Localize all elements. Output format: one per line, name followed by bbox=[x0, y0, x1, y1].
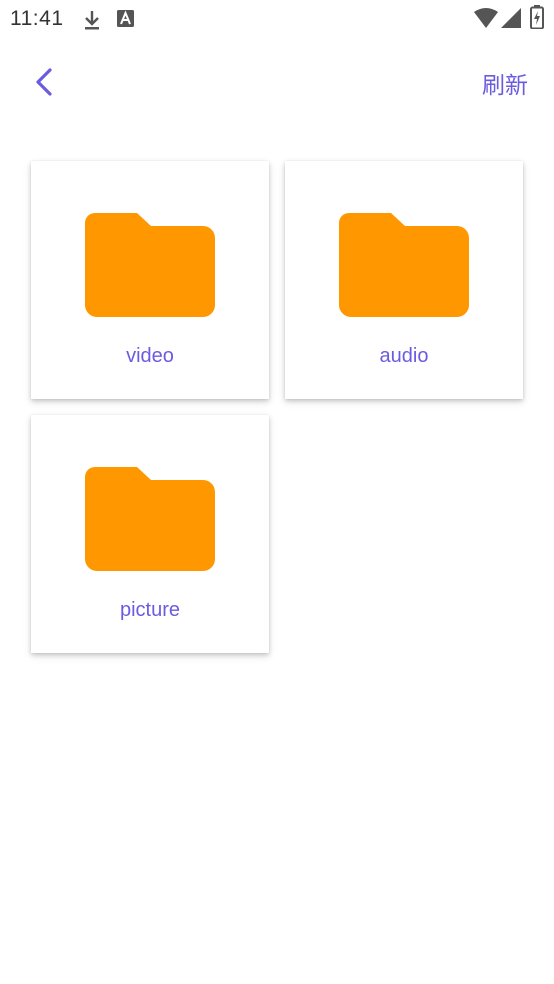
folder-icon bbox=[85, 467, 215, 571]
folder-icon bbox=[85, 213, 215, 317]
signal-icon bbox=[501, 8, 521, 33]
folder-card-picture[interactable]: picture bbox=[31, 415, 269, 653]
refresh-button[interactable]: 刷新 bbox=[482, 66, 528, 100]
folder-icon bbox=[339, 213, 469, 317]
status-time: 11:41 bbox=[10, 7, 64, 30]
app-bar: 刷新 bbox=[0, 50, 554, 112]
back-button[interactable] bbox=[24, 62, 64, 102]
wifi-icon bbox=[474, 8, 498, 33]
folder-card-audio[interactable]: audio bbox=[285, 161, 523, 399]
folder-label: picture bbox=[119, 599, 181, 621]
battery-icon bbox=[530, 5, 544, 34]
folder-card-video[interactable]: video bbox=[31, 161, 269, 399]
folder-label: audio bbox=[379, 345, 429, 367]
status-bar: 11:41 bbox=[0, 0, 554, 40]
chevron-left-icon bbox=[36, 68, 52, 96]
folder-label: video bbox=[126, 345, 174, 367]
download-icon bbox=[82, 9, 102, 36]
a-icon bbox=[117, 10, 134, 32]
